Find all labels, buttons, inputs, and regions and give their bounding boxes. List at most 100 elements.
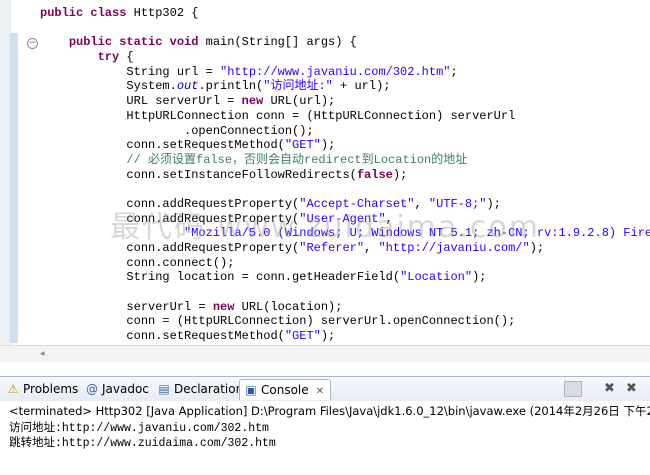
code-line: conn.setRequestMethod("GET"); <box>40 329 650 344</box>
editor-change-bar <box>10 33 18 343</box>
code-line: serverUrl = new URL(location); <box>40 300 650 315</box>
code-token: , <box>364 241 379 255</box>
code-token: String url = <box>40 64 221 79</box>
console-icon: ▣ <box>245 383 257 397</box>
code-token: .openConnection(); <box>40 123 314 138</box>
code-token: "Accept-Charset" <box>299 196 415 211</box>
code-token: "UTF-8;" <box>428 196 487 211</box>
code-line: conn.setInstanceFollowRedirects(false); <box>40 168 650 183</box>
code-token: ); <box>472 270 487 285</box>
code-token: conn.setRequestMethod( <box>40 329 285 344</box>
code-token: main(String[] args) { <box>198 35 357 50</box>
tab-declaration-label: Declaration <box>174 382 244 396</box>
code-token: "GET" <box>284 329 321 344</box>
code-token: URL(url); <box>263 94 336 109</box>
code-token: System. <box>40 79 177 94</box>
code-line: try { <box>40 50 650 65</box>
terminated-status: <terminated> Http302 [Java Application] … <box>9 404 650 418</box>
code-token: public class <box>40 6 127 20</box>
code-line: HttpURLConnection conn = (HttpURLConnect… <box>40 109 650 124</box>
scroll-left-arrow-icon[interactable]: ◂ <box>40 349 45 359</box>
code-line: conn.addRequestProperty("Referer", "http… <box>40 241 650 256</box>
terminate-icon[interactable] <box>564 381 582 397</box>
console-line: 跳转地址:http://www.zuidaima.com/302.htm <box>9 437 276 450</box>
code-token: Http302 { <box>126 6 199 20</box>
code-token: false <box>356 167 393 182</box>
code-line: public static void main(String[] args) { <box>40 35 650 50</box>
tab-problems[interactable]: ⚠ Problems <box>6 379 79 399</box>
code-token: , <box>385 211 393 226</box>
code-token: out <box>176 79 199 94</box>
code-token: ); <box>486 196 501 211</box>
code-token: URL(location); <box>234 299 343 314</box>
code-token: .println( <box>198 79 264 94</box>
code-text[interactable]: public class Http302 { public static voi… <box>40 6 650 344</box>
panel-gap <box>0 362 650 376</box>
code-token: String location = conn.getHeaderField( <box>40 270 401 285</box>
code-token: "Location" <box>400 270 473 285</box>
remove-launch-icon[interactable]: ✖ <box>604 381 615 396</box>
code-line: .openConnection(); <box>40 124 650 139</box>
code-token: "http://www.javaniu.com/302.htm" <box>220 64 451 79</box>
code-token: "Referer" <box>299 241 365 255</box>
tab-console-label: Console <box>261 383 309 397</box>
code-token: // 必须设置false，否则会自动redirect到Location的地址 <box>40 152 468 167</box>
tab-console[interactable]: ▣ Console ✕ <box>239 379 332 402</box>
code-line: URL serverUrl = new URL(url); <box>40 94 650 109</box>
console-tab-bar: ⚠ Problems @ Javadoc ▤ Declaration ▣ Console… <box>0 376 650 402</box>
code-line: conn = (HttpURLConnection) serverUrl.ope… <box>40 314 650 329</box>
code-line: public class Http302 { <box>40 6 650 21</box>
code-line: conn.setRequestMethod("GET"); <box>40 138 650 153</box>
code-token: conn.setRequestMethod( <box>40 138 285 153</box>
editor-horizontal-scrollbar[interactable]: ◂ <box>0 345 650 362</box>
code-editor[interactable]: − public class Http302 { public static v… <box>0 0 650 345</box>
code-token: "Mozilla/5.0 (Windows; U; Windows NT 5.1… <box>184 226 650 241</box>
code-token: ); <box>320 329 336 344</box>
problems-icon: ⚠ <box>7 382 19 396</box>
code-token: URL serverUrl = <box>40 94 242 109</box>
code-token: HttpURLConnection conn = (HttpURLConnect… <box>40 108 516 123</box>
console-output[interactable]: <terminated> Http302 [Java Application] … <box>0 401 650 475</box>
tab-javadoc[interactable]: @ Javadoc <box>85 379 149 399</box>
code-token: ); <box>392 167 408 182</box>
code-token: + url); <box>332 79 391 94</box>
tab-problems-label: Problems <box>23 382 79 396</box>
code-line: String location = conn.getHeaderField("L… <box>40 270 650 285</box>
code-token: serverUrl = <box>40 299 213 314</box>
code-token: conn.connect(); <box>40 255 235 270</box>
code-line: // 必须设置false，否则会自动redirect到Location的地址 <box>40 153 650 168</box>
declaration-icon: ▤ <box>158 382 170 396</box>
code-token: conn.setInstanceFollowRedirects( <box>40 167 357 182</box>
code-token: conn.addRequestProperty( <box>40 211 300 226</box>
close-tab-icon[interactable]: ✕ <box>316 382 324 402</box>
code-token: "User-Agent" <box>299 211 386 226</box>
code-token: "GET" <box>284 138 321 153</box>
code-token: "http://javaniu.com/" <box>378 241 530 255</box>
code-line: conn.connect(); <box>40 256 650 271</box>
code-token: new <box>212 299 235 314</box>
code-token: { <box>119 50 134 65</box>
remove-all-terminated-icon[interactable]: ✖ <box>626 381 637 396</box>
javadoc-icon: @ <box>86 382 98 396</box>
code-line: conn.addRequestProperty("User-Agent", <box>40 212 650 227</box>
code-line: "Mozilla/5.0 (Windows; U; Windows NT 5.1… <box>40 226 650 241</box>
code-token: public static void <box>68 35 199 50</box>
code-token: ; <box>450 64 458 79</box>
code-token: conn = (HttpURLConnection) serverUrl.ope… <box>40 314 516 329</box>
code-line: conn.addRequestProperty("Accept-Charset"… <box>40 197 650 212</box>
console-line: 访问地址:http://www.javaniu.com/302.htm <box>9 422 269 435</box>
code-token: , <box>414 196 429 211</box>
tab-declaration[interactable]: ▤ Declaration <box>157 379 243 399</box>
code-token: conn.addRequestProperty( <box>40 241 300 255</box>
code-token: ); <box>320 138 336 153</box>
code-token: ); <box>529 241 545 255</box>
fold-collapse-icon[interactable]: − <box>27 38 38 49</box>
code-line: String url = "http://www.javaniu.com/302… <box>40 65 650 80</box>
code-token: "访问地址:" <box>263 79 333 94</box>
